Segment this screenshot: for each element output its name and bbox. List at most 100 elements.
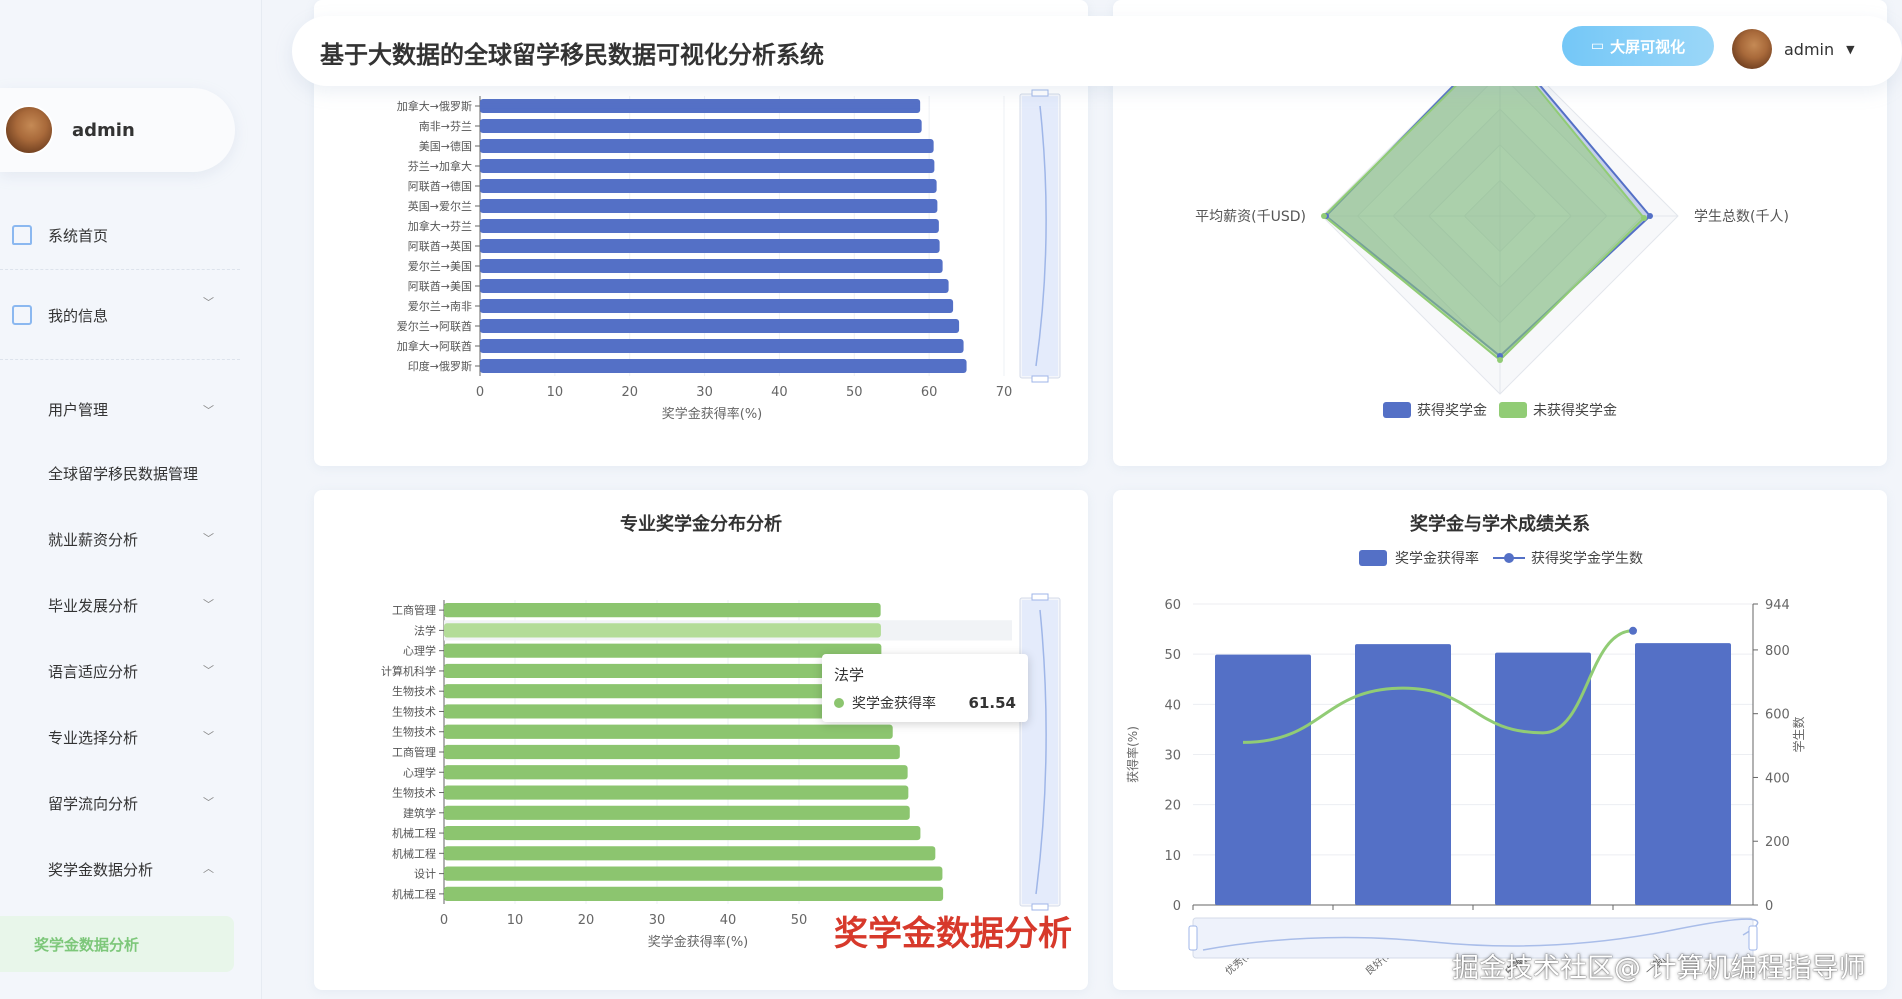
datazoom-handle [1031, 593, 1049, 601]
sidebar-item-label: 专业选择分析 [48, 728, 139, 747]
line-point [1629, 626, 1637, 635]
video-caption: 奖学金数据分析 [834, 914, 1072, 954]
x-tick-label: 0 [440, 913, 448, 928]
bar [444, 805, 910, 820]
x-tick-label: 50 [791, 913, 808, 928]
bar [480, 239, 940, 253]
sidebar-item-label: 留学流向分析 [48, 794, 139, 813]
sidebar-item-label: 用户管理 [48, 400, 109, 419]
radar-point [1641, 215, 1647, 221]
chevron-down-icon: ﹀ [203, 404, 214, 417]
y-tick-label: 加拿大→阿联酋 [397, 339, 472, 353]
bigscreen-button[interactable]: ▭ 大屏可视化 [1562, 26, 1714, 66]
sidebar-item-user-management[interactable]: 用户管理 ﹀ [0, 378, 240, 440]
bar [444, 825, 921, 841]
sidebar-item-my-info[interactable]: 我的信息 ﹀ [0, 270, 240, 360]
legend-marker [1504, 553, 1514, 563]
chevron-down-icon: ﹀ [203, 664, 214, 677]
y-tick-label: 40 [1164, 698, 1181, 713]
header-user-menu[interactable]: admin ▼ [1732, 26, 1872, 72]
x-tick-label: 40 [720, 913, 737, 928]
academic-chart: 01020304050600200400600800944获得率(%)学生数优秀… [1125, 550, 1806, 978]
monitor-icon: ▭ [1590, 38, 1605, 54]
y-tick-label: 南非→芬兰 [419, 120, 472, 133]
datazoom-handle [1188, 925, 1198, 951]
tooltip-series: 奖学金获得率 [852, 696, 936, 712]
sidebar-user-card[interactable]: admin [0, 88, 235, 172]
bar [444, 663, 883, 679]
y-tick-label: 阿联酋→德国 [408, 179, 472, 193]
bar [444, 744, 900, 760]
sidebar-item-flow-analysis[interactable]: 留学流向分析 ﹀ [0, 770, 240, 836]
y-tick-label: 爱尔兰→美国 [408, 260, 472, 273]
y-tick-label: 30 [1164, 749, 1181, 764]
avatar [1732, 29, 1772, 69]
caret-down-icon: ▼ [1846, 42, 1855, 56]
y2-tick-label: 800 [1765, 644, 1790, 659]
radar-point [1647, 213, 1653, 219]
bar [480, 119, 922, 133]
bar [444, 643, 882, 658]
sidebar-item-salary-analysis[interactable]: 就业薪资分析 ﹀ [0, 506, 240, 572]
sidebar-item-data-management[interactable]: 全球留学移民数据管理 [0, 440, 240, 506]
bar [480, 299, 954, 313]
bar [444, 724, 893, 739]
chevron-down-icon: ﹀ [203, 296, 214, 309]
x-tick-label: 0 [476, 385, 484, 400]
grid-icon [12, 793, 32, 813]
y-tick-label: 10 [1164, 849, 1181, 864]
sidebar-item-label: 我的信息 [48, 306, 109, 325]
chart-tooltip: 法学 奖学金获得率 61.54 [822, 654, 1028, 722]
y-tick-label: 法学 [414, 623, 436, 637]
radar-point [1321, 213, 1327, 219]
y-tick-label: 建筑学 [403, 806, 436, 820]
x-tick-label: 20 [578, 913, 595, 928]
sidebar-menu: 系统首页 我的信息 ﹀ 用户管理 ﹀ 全球留学移民数据管理 就业薪资分析 ﹀ 毕… [0, 200, 240, 902]
top-header: 基于大数据的全球留学移民数据可视化分析系统 ▭ 大屏可视化 admin ▼ [292, 16, 1902, 86]
legend-label: 未获得奖学金 [1533, 402, 1617, 419]
grid-icon [12, 859, 32, 879]
grid-icon [12, 463, 32, 483]
series-dot-icon [834, 698, 844, 708]
y-tick-label: 计算机科学 [381, 664, 436, 678]
y-tick-label: 爱尔兰→阿联酋 [397, 319, 472, 333]
datazoom-handle [1031, 375, 1049, 383]
sidebar-username: admin [72, 119, 135, 141]
bar [444, 684, 885, 699]
y-tick-label: 60 [1164, 598, 1181, 613]
sidebar-item-home[interactable]: 系统首页 [0, 200, 240, 270]
radar-series-area [1322, 40, 1646, 362]
chevron-down-icon: ﹀ [203, 730, 214, 743]
bar [1495, 652, 1591, 905]
sidebar-subitem-scholarship[interactable]: 奖学金数据分析 [0, 916, 234, 972]
bar [1635, 643, 1731, 905]
legend-swatch [1359, 550, 1387, 566]
card-icon [12, 305, 32, 325]
y2-axis-label: 学生数 [1791, 716, 1806, 752]
radar-indicator-label: 学生总数(千人) [1694, 209, 1789, 225]
header-username: admin [1784, 39, 1835, 59]
sidebar-item-scholarship-analysis[interactable]: 奖学金数据分析 ︿ [0, 836, 240, 902]
y-tick-label: 20 [1164, 799, 1181, 814]
sidebar-item-graduation-analysis[interactable]: 毕业发展分析 ﹀ [0, 572, 240, 638]
y-tick-label: 生物技术 [392, 725, 436, 739]
x-axis-label: 奖学金获得率(%) [648, 934, 749, 950]
y-tick-label: 美国→德国 [419, 139, 472, 153]
y-tick-label: 心理学 [403, 765, 436, 779]
y-tick-label: 生物技术 [392, 684, 436, 698]
y2-tick-label: 0 [1765, 899, 1773, 914]
y-tick-label: 加拿大→芬兰 [408, 219, 472, 233]
sidebar-item-major-analysis[interactable]: 专业选择分析 ﹀ [0, 704, 240, 770]
bar [444, 765, 908, 780]
bigscreen-label: 大屏可视化 [1610, 37, 1686, 56]
sidebar-item-label: 语言适应分析 [48, 662, 139, 681]
y-tick-label: 阿联酋→英国 [408, 239, 472, 253]
sidebar: admin 系统首页 我的信息 ﹀ 用户管理 ﹀ 全球留学移民数据管理 就业薪资… [0, 0, 262, 999]
major-chart-title: 专业奖学金分布分析 [620, 514, 782, 535]
sidebar-item-language-analysis[interactable]: 语言适应分析 ﹀ [0, 638, 240, 704]
y-tick-label: 生物技术 [392, 704, 436, 718]
x-tick-label: 10 [507, 913, 524, 928]
grid-icon [12, 661, 32, 681]
legend-label: 获得奖学金 [1417, 402, 1487, 419]
grid-icon [12, 399, 32, 419]
